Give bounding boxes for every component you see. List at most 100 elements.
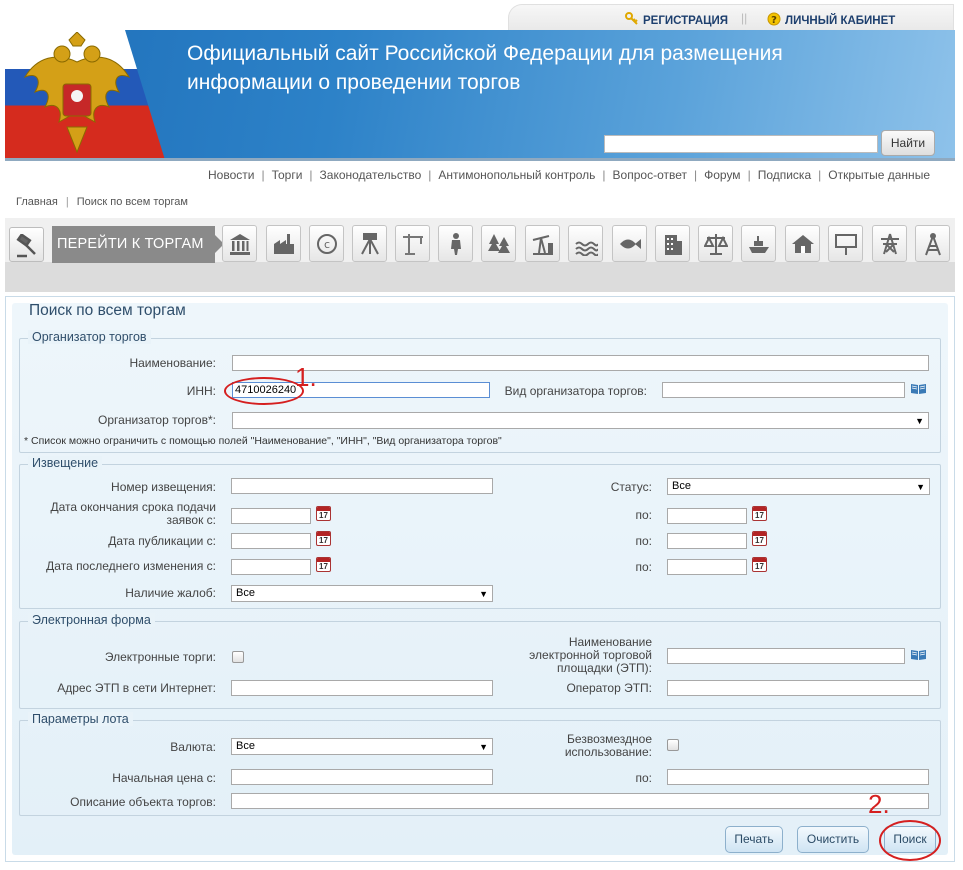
organizer-label: Организатор торгов*: bbox=[98, 413, 216, 427]
status-select-value: Все bbox=[672, 480, 691, 492]
go-to-trades-button[interactable]: ПЕРЕЙТИ К ТОРГАМ bbox=[52, 226, 224, 263]
chevron-down-icon: ▼ bbox=[916, 482, 925, 492]
category-housing[interactable] bbox=[785, 225, 820, 262]
organizer-select[interactable]: ▼ bbox=[232, 412, 929, 429]
category-land[interactable] bbox=[352, 225, 387, 262]
category-hunting[interactable] bbox=[438, 225, 473, 262]
book-icon[interactable] bbox=[910, 649, 927, 661]
category-property[interactable] bbox=[698, 225, 733, 262]
calendar-icon[interactable]: 17 bbox=[316, 557, 331, 572]
price-to-label: по: bbox=[635, 771, 652, 785]
modified-from-input[interactable] bbox=[231, 559, 311, 575]
nav-open-data[interactable]: Открытые данные bbox=[828, 168, 930, 182]
category-forest[interactable] bbox=[481, 225, 516, 262]
nav-trades[interactable]: Торги bbox=[272, 168, 303, 182]
auction-category-button[interactable] bbox=[9, 227, 44, 262]
description-label: Описание объекта торгов: bbox=[70, 795, 216, 809]
lot-legend: Параметры лота bbox=[28, 712, 133, 726]
page-title: Поиск по всем торгам bbox=[29, 302, 186, 319]
power-line-icon bbox=[881, 233, 899, 255]
category-advertising[interactable] bbox=[828, 225, 863, 262]
site-search-input[interactable] bbox=[604, 135, 878, 153]
published-from-input[interactable] bbox=[231, 533, 311, 549]
radio-tower-icon bbox=[925, 233, 941, 256]
calendar-icon[interactable]: 17 bbox=[752, 531, 767, 546]
free-use-checkbox[interactable] bbox=[667, 739, 679, 751]
price-to-input[interactable] bbox=[667, 769, 929, 785]
breadcrumb-separator: | bbox=[65, 196, 69, 208]
ship-icon bbox=[749, 236, 769, 253]
site-title: Официальный сайт Российской Федерации дл… bbox=[187, 39, 887, 97]
nav-separator: | bbox=[261, 168, 265, 182]
breadcrumb-home[interactable]: Главная bbox=[16, 196, 58, 208]
site-title-line2: информации о проведении торгов bbox=[187, 71, 521, 94]
free-use-label: Безвозмездное использование: bbox=[564, 732, 652, 759]
category-real-estate[interactable] bbox=[655, 225, 690, 262]
inn-label: ИНН: bbox=[186, 384, 216, 398]
category-construction[interactable] bbox=[395, 225, 430, 262]
etrade-checkbox[interactable] bbox=[232, 651, 244, 663]
gavel-icon bbox=[16, 234, 36, 258]
status-label: Статус: bbox=[610, 480, 652, 494]
site-search-button[interactable]: Найти bbox=[881, 130, 935, 156]
deadline-label: Дата окончания срока подачи заявок с: bbox=[50, 500, 217, 527]
published-to-input[interactable] bbox=[667, 533, 747, 549]
building-icon bbox=[665, 235, 682, 255]
coat-of-arms-icon bbox=[23, 32, 131, 154]
register-link[interactable]: РЕГИСТРАЦИЯ bbox=[625, 12, 728, 27]
annotation-oval-search bbox=[879, 820, 941, 861]
nav-faq[interactable]: Вопрос-ответ bbox=[613, 168, 687, 182]
category-communications[interactable] bbox=[915, 225, 950, 262]
org-type-label: Вид организатора торгов: bbox=[504, 384, 647, 398]
calendar-icon[interactable]: 17 bbox=[316, 531, 331, 546]
nav-subscription[interactable]: Подписка bbox=[758, 168, 811, 182]
status-select[interactable]: Все ▼ bbox=[667, 478, 930, 495]
category-factory[interactable] bbox=[266, 225, 301, 262]
category-power[interactable] bbox=[872, 225, 907, 262]
scales-icon bbox=[704, 234, 728, 255]
currency-select[interactable]: Все ▼ bbox=[231, 738, 493, 755]
fish-icon bbox=[620, 239, 641, 249]
factory-icon bbox=[274, 234, 294, 254]
price-from-input[interactable] bbox=[231, 769, 493, 785]
deadline-from-input[interactable] bbox=[231, 508, 311, 524]
org-name-label: Наименование: bbox=[129, 356, 216, 370]
print-button[interactable]: Печать bbox=[725, 826, 783, 853]
calendar-icon[interactable]: 17 bbox=[316, 506, 331, 521]
breadcrumb-current: Поиск по всем торгам bbox=[76, 196, 188, 208]
calendar-icon[interactable]: 17 bbox=[752, 557, 767, 572]
category-water[interactable] bbox=[568, 225, 603, 262]
nav-antimonopoly[interactable]: Антимонопольный контроль bbox=[438, 168, 595, 182]
clear-button[interactable]: Очистить bbox=[797, 826, 869, 853]
etp-address-input[interactable] bbox=[231, 680, 493, 696]
description-input[interactable] bbox=[231, 793, 929, 809]
water-icon bbox=[575, 241, 598, 256]
calendar-icon[interactable]: 17 bbox=[752, 506, 767, 521]
nav-legislation[interactable]: Законодательство bbox=[320, 168, 422, 182]
banner-divider bbox=[5, 158, 955, 161]
notice-number-input[interactable] bbox=[231, 478, 493, 494]
breadcrumb: Главная | Поиск по всем торгам bbox=[16, 196, 188, 208]
category-subsoil[interactable] bbox=[525, 225, 560, 262]
annotation-number-2: 2. bbox=[868, 789, 890, 819]
etp-operator-input[interactable] bbox=[667, 680, 929, 696]
org-type-input[interactable] bbox=[662, 382, 905, 398]
category-fish[interactable] bbox=[612, 225, 647, 262]
cabinet-label: ЛИЧНЫЙ КАБИНЕТ bbox=[785, 15, 896, 27]
org-name-input[interactable] bbox=[232, 355, 929, 371]
etp-name-input[interactable] bbox=[667, 648, 905, 664]
category-intellectual-property[interactable]: c bbox=[309, 225, 344, 262]
nav-forum[interactable]: Форум bbox=[704, 168, 740, 182]
book-icon[interactable] bbox=[910, 383, 927, 395]
price-from-label: Начальная цена с: bbox=[112, 771, 216, 785]
category-transport[interactable] bbox=[741, 225, 776, 262]
deadline-to-input[interactable] bbox=[667, 508, 747, 524]
svg-text:?: ? bbox=[771, 15, 777, 26]
cabinet-link[interactable]: ? ЛИЧНЫЙ КАБИНЕТ bbox=[767, 12, 895, 27]
nav-separator: | bbox=[747, 168, 751, 182]
modified-to-input[interactable] bbox=[667, 559, 747, 575]
nav-news[interactable]: Новости bbox=[208, 168, 254, 182]
chevron-down-icon: ▼ bbox=[915, 416, 924, 426]
category-bank[interactable] bbox=[222, 225, 257, 262]
complaints-select[interactable]: Все ▼ bbox=[231, 585, 493, 602]
